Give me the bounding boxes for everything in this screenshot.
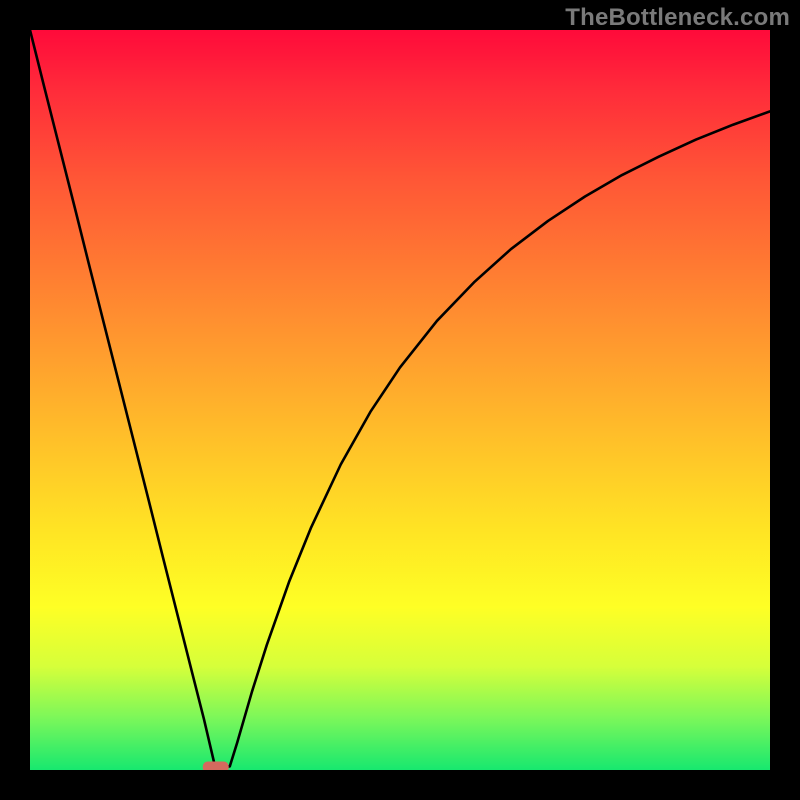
- curve-svg: [30, 30, 770, 770]
- minimum-marker: [203, 762, 229, 770]
- bottleneck-curve: [30, 30, 770, 768]
- plot-area: [30, 30, 770, 770]
- watermark-text: TheBottleneck.com: [565, 4, 790, 32]
- chart-frame: TheBottleneck.com: [0, 0, 800, 800]
